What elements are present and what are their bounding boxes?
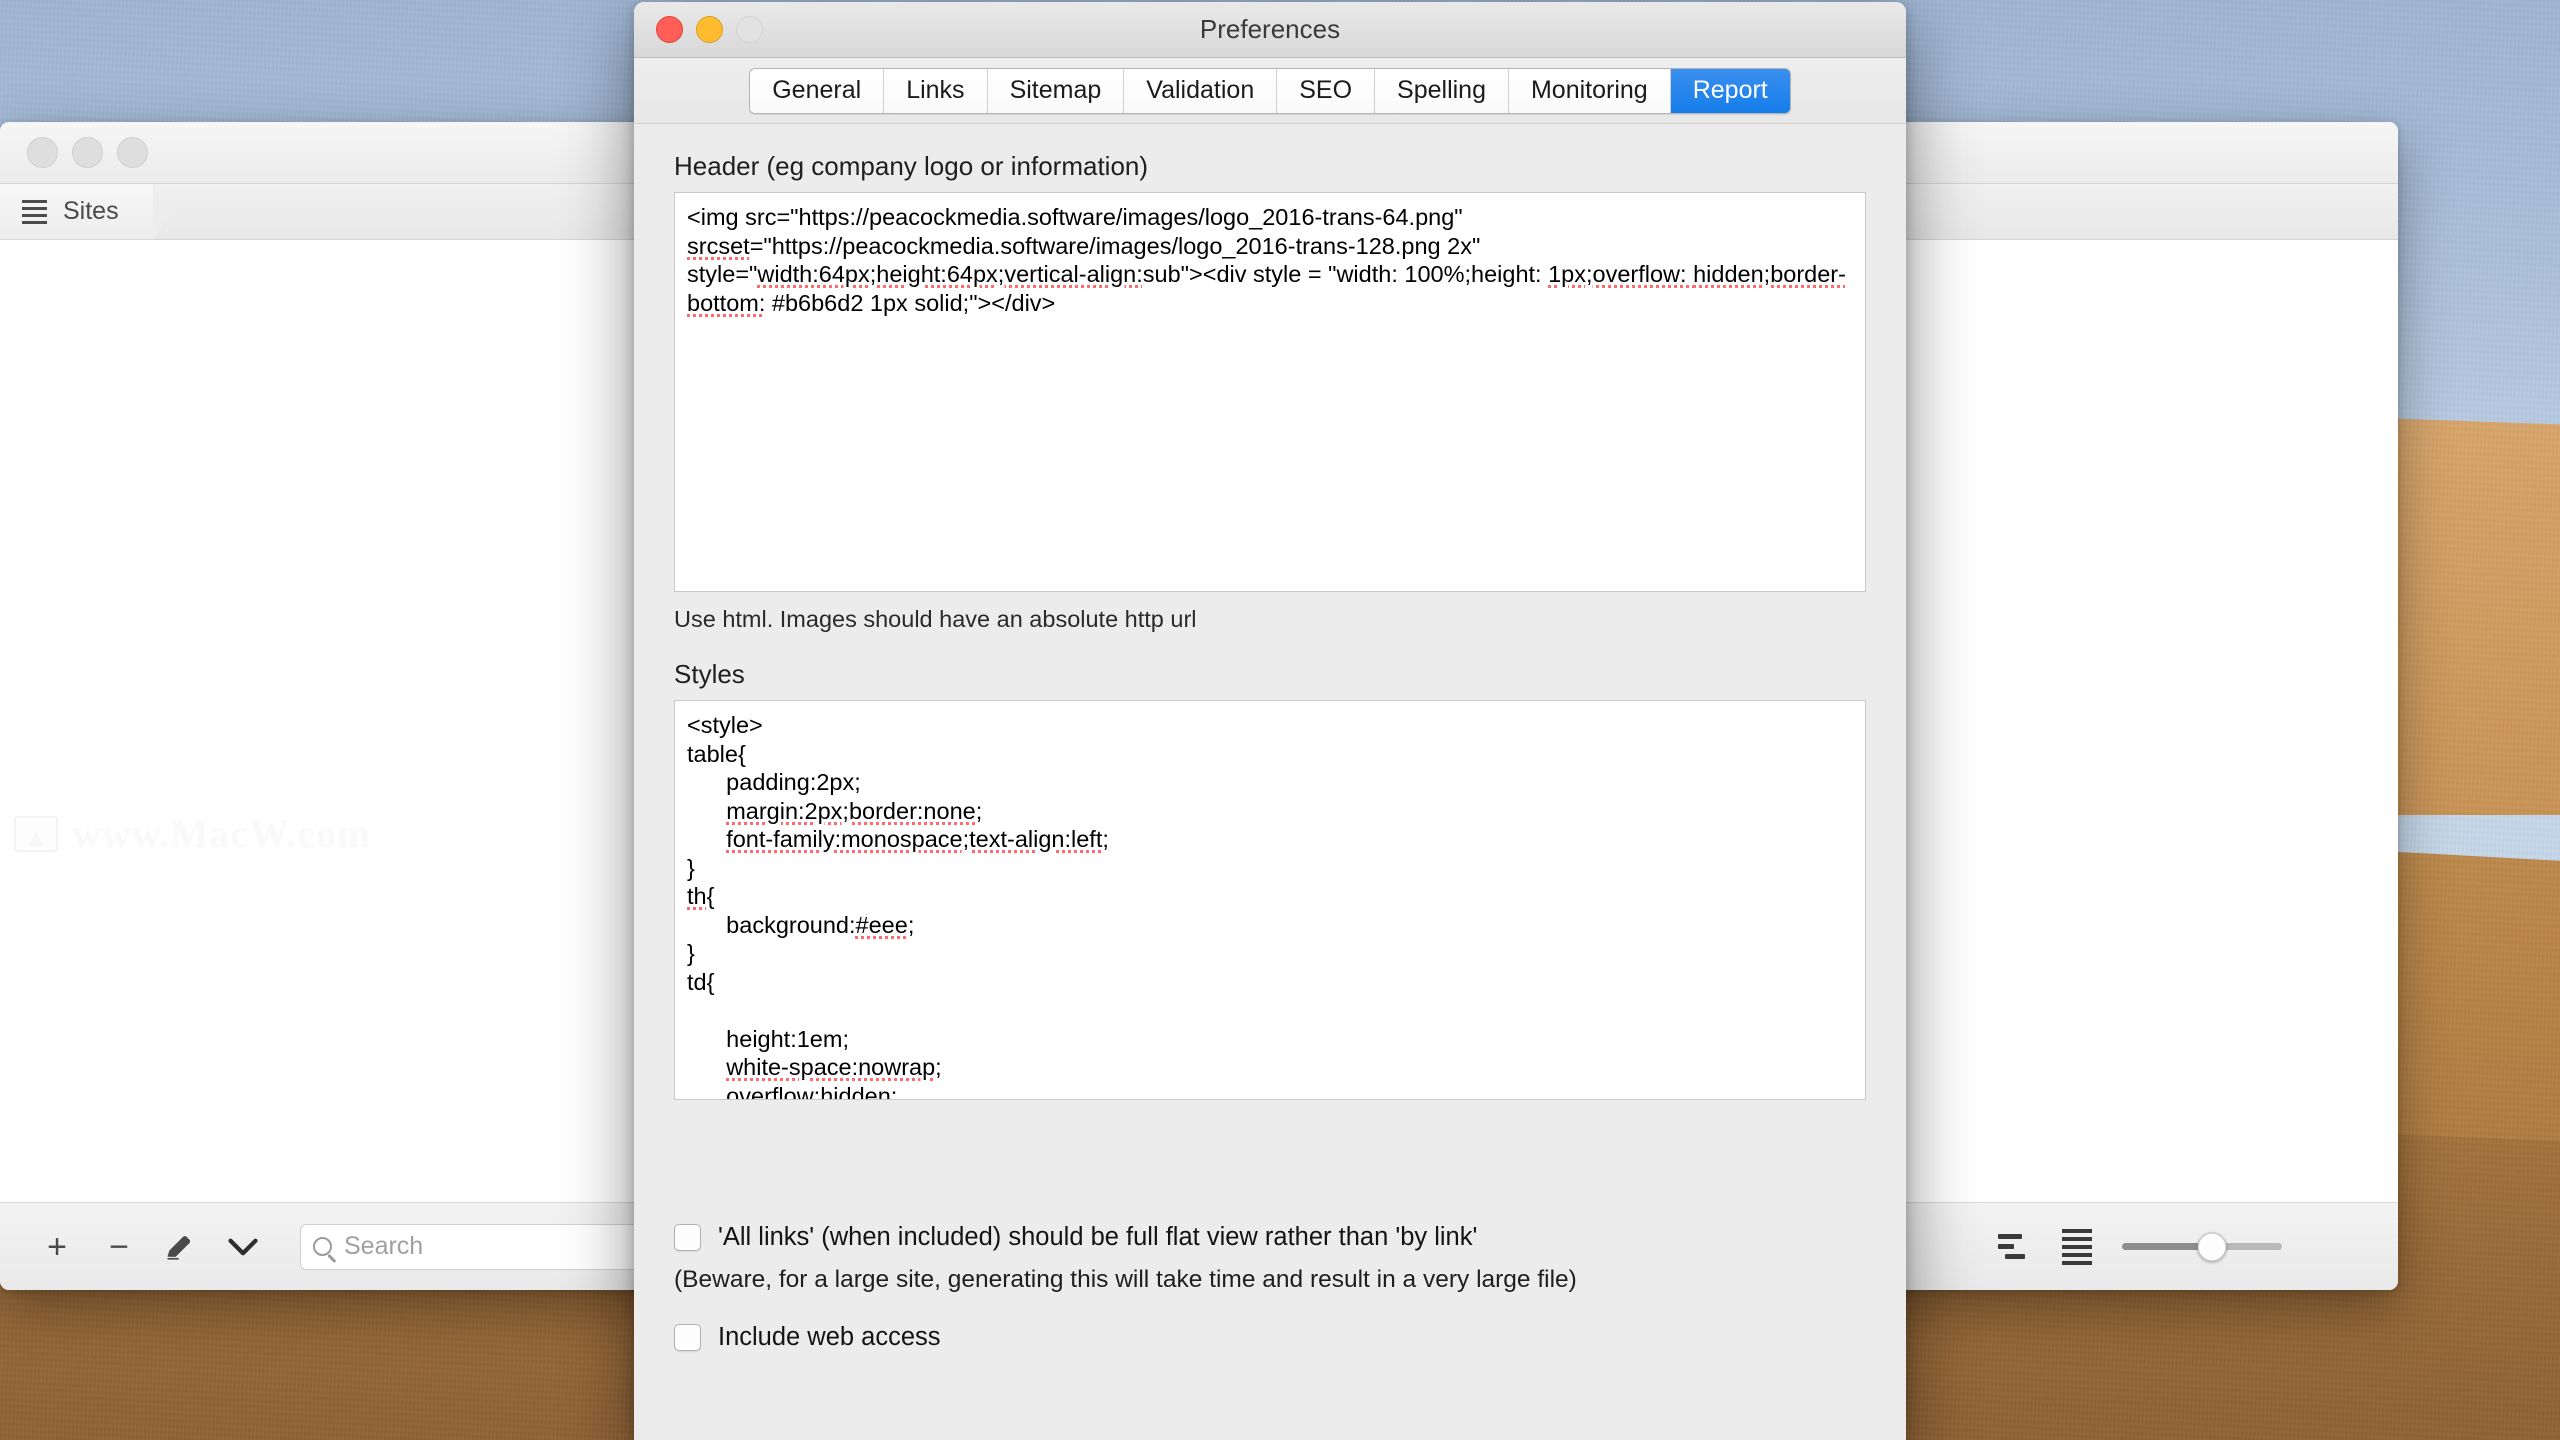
tab-group: General Links Sitemap Validation SEO Spe… bbox=[749, 67, 1791, 114]
hamburger-icon bbox=[22, 199, 47, 224]
tab-seo[interactable]: SEO bbox=[1277, 68, 1376, 113]
search-icon bbox=[313, 1237, 332, 1256]
checkbox[interactable] bbox=[674, 1324, 701, 1351]
breadcrumb-item-sites[interactable]: Sites bbox=[0, 184, 173, 240]
tab-general[interactable]: General bbox=[750, 68, 885, 113]
tab-spelling[interactable]: Spelling bbox=[1375, 68, 1509, 113]
preferences-window[interactable]: Preferences General Links Sitemap Valida… bbox=[634, 2, 1906, 1440]
chevron-down-icon bbox=[228, 1238, 258, 1255]
watermark: www.MacW.com bbox=[14, 810, 371, 857]
plus-icon: + bbox=[47, 1227, 67, 1266]
edit-button[interactable] bbox=[150, 1219, 212, 1275]
option-label: Include web access bbox=[718, 1323, 941, 1351]
search-placeholder: Search bbox=[344, 1232, 424, 1260]
header-field-hint: Use html. Images should have an absolute… bbox=[674, 606, 1197, 632]
tab-monitoring[interactable]: Monitoring bbox=[1508, 68, 1671, 113]
zoom-button-inactive[interactable] bbox=[117, 137, 148, 168]
align-view-icon[interactable] bbox=[1998, 1234, 2032, 1259]
breadcrumb-item-label: Sites bbox=[63, 197, 119, 225]
pencil-icon bbox=[167, 1235, 191, 1260]
window-title: Preferences bbox=[1199, 14, 1341, 44]
preferences-tabbar: General Links Sitemap Validation SEO Spe… bbox=[634, 58, 1906, 124]
report-pane: Header (eg company logo or information) … bbox=[634, 125, 1906, 1440]
options-dropdown-button[interactable] bbox=[212, 1219, 274, 1275]
zoom-slider-track-empty bbox=[2221, 1243, 2282, 1250]
tab-validation[interactable]: Validation bbox=[1124, 68, 1278, 113]
options-note: (Beware, for a large site, generating th… bbox=[674, 1266, 1577, 1293]
tab-report[interactable]: Report bbox=[1670, 68, 1790, 113]
header-html-textarea[interactable]: <img src="https://peacockmedia.software/… bbox=[674, 192, 1866, 592]
list-view-icon[interactable] bbox=[2062, 1228, 2092, 1265]
report-options: 'All links' (when included) should be fu… bbox=[674, 1220, 1866, 1364]
zoom-slider-knob[interactable] bbox=[2197, 1232, 2227, 1261]
minimize-button-inactive[interactable] bbox=[72, 137, 103, 168]
watermark-text: www.MacW.com bbox=[72, 811, 372, 856]
preferences-titlebar[interactable]: Preferences bbox=[634, 2, 1906, 58]
view-tools bbox=[1998, 1228, 2372, 1265]
add-button[interactable]: + bbox=[26, 1219, 88, 1275]
styles-css-textarea[interactable]: <style> table{ padding:2px; margin:2px;b… bbox=[674, 700, 1866, 1100]
option-all-links-flat-view[interactable]: 'All links' (when included) should be fu… bbox=[674, 1220, 1866, 1254]
checkbox[interactable] bbox=[674, 1224, 701, 1251]
tab-sitemap[interactable]: Sitemap bbox=[987, 68, 1125, 113]
remove-button[interactable]: − bbox=[88, 1219, 150, 1275]
watermark-icon bbox=[14, 815, 58, 852]
option-label: 'All links' (when included) should be fu… bbox=[718, 1223, 1478, 1251]
styles-field-label: Styles bbox=[674, 659, 745, 689]
tab-links[interactable]: Links bbox=[884, 68, 988, 113]
zoom-slider[interactable] bbox=[2122, 1232, 2282, 1261]
close-button-inactive[interactable] bbox=[27, 137, 58, 168]
option-include-web-access[interactable]: Include web access bbox=[674, 1320, 1866, 1354]
header-field-label: Header (eg company logo or information) bbox=[674, 151, 1149, 181]
minus-icon: − bbox=[109, 1227, 129, 1266]
